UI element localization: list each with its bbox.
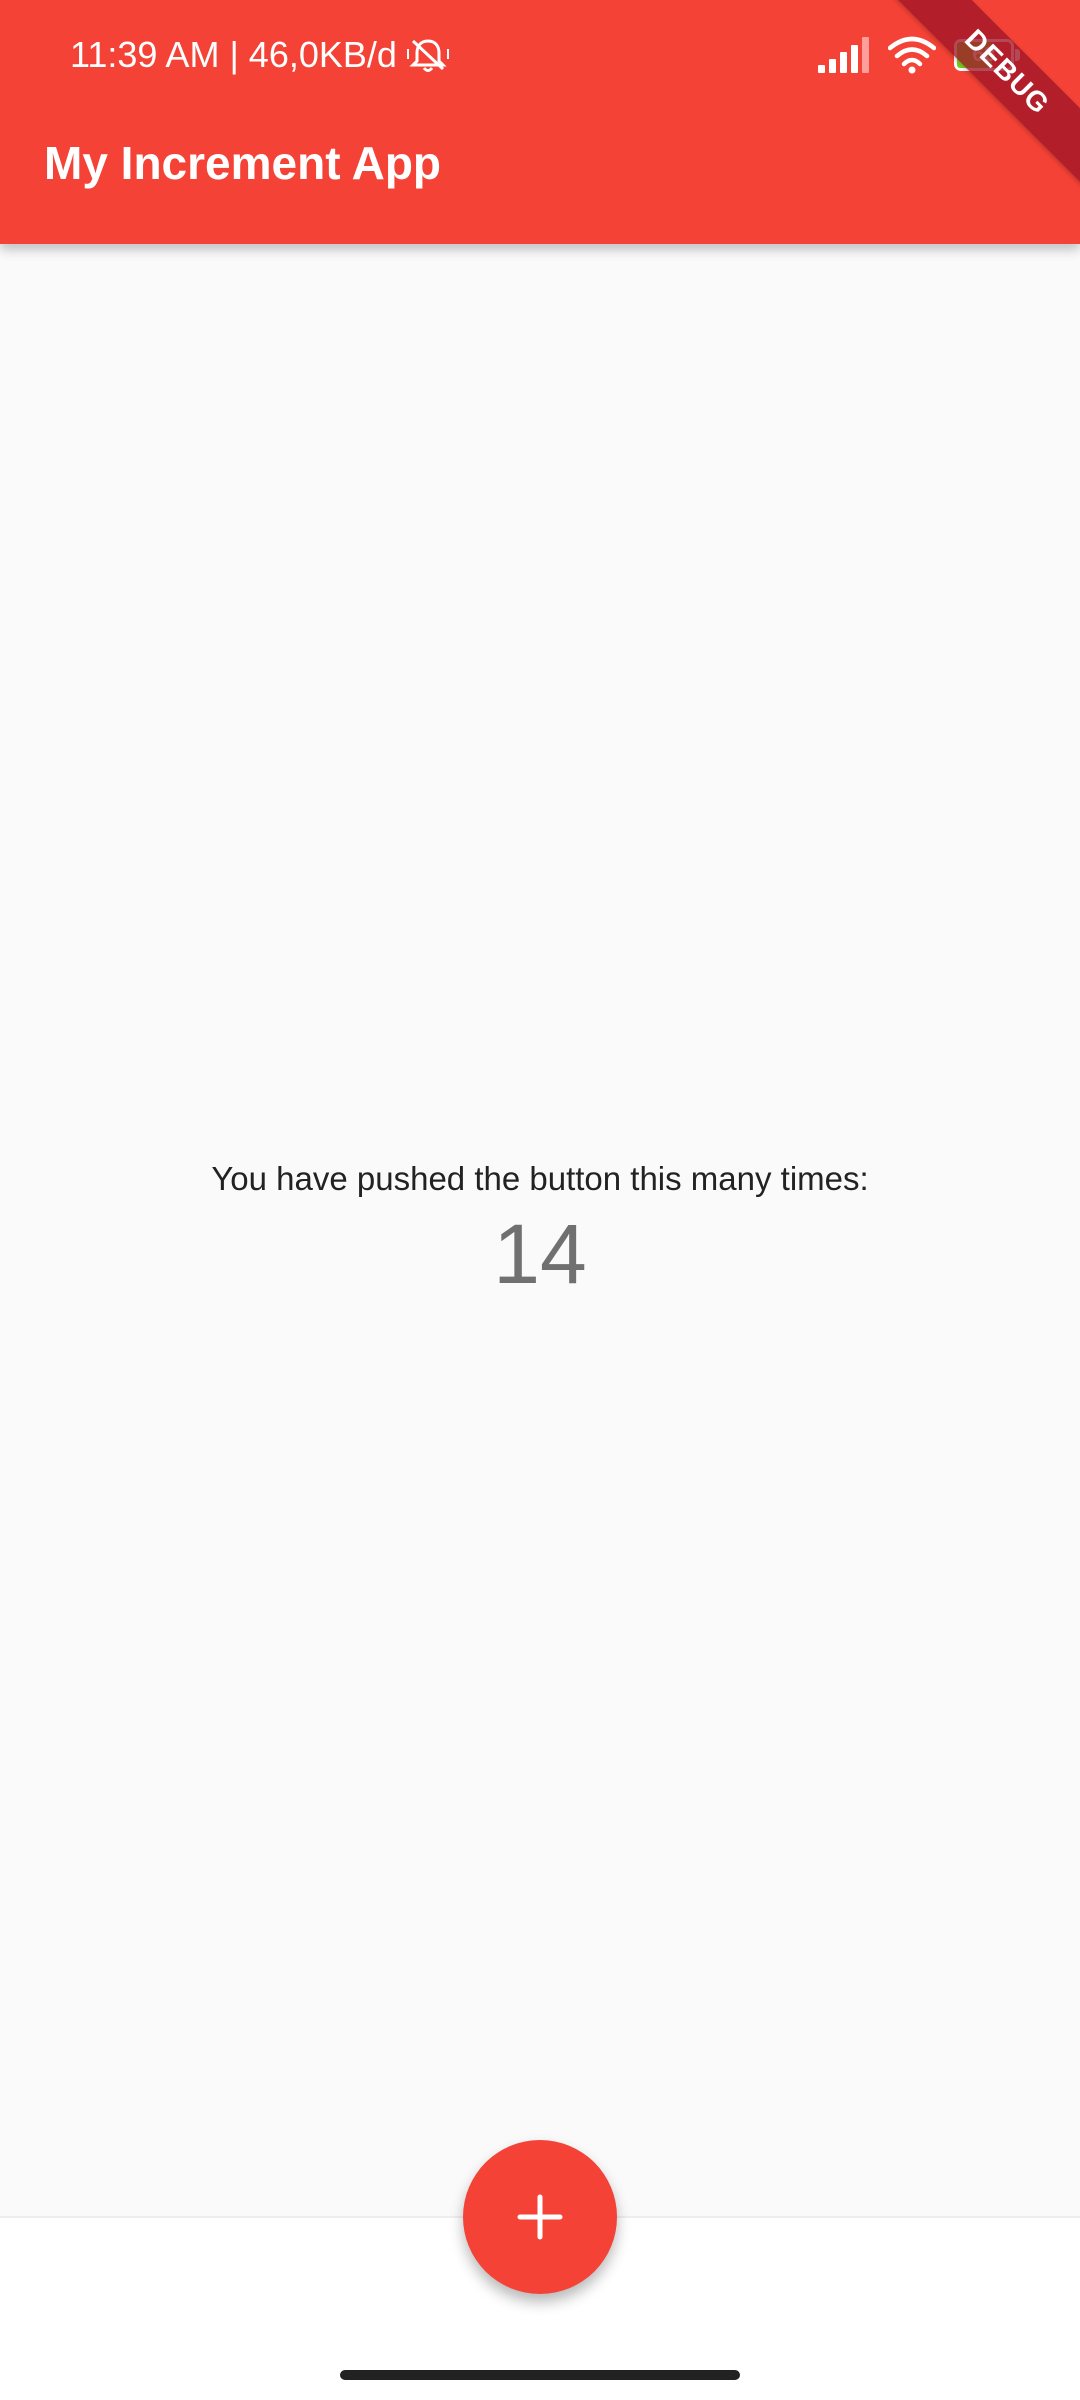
status-left: 11:39 AM | 46,0KB/d [70,34,451,76]
counter-label: You have pushed the button this many tim… [211,1160,869,1197]
app-title: My Increment App [44,137,442,189]
mute-icon [405,35,451,75]
home-indicator[interactable] [340,2370,740,2380]
signal-icon [818,37,870,73]
wifi-icon [887,36,937,74]
app-bar: 11:39 AM | 46,0KB/d My Increment App DEB… [0,0,1080,244]
status-time: 11:39 AM [70,34,220,75]
counter-value: 14 [493,1207,587,1301]
status-separator: | [229,34,239,75]
increment-button[interactable] [463,2140,617,2294]
network-speed: 46,0KB/d [248,34,397,75]
plus-icon [517,2194,563,2240]
